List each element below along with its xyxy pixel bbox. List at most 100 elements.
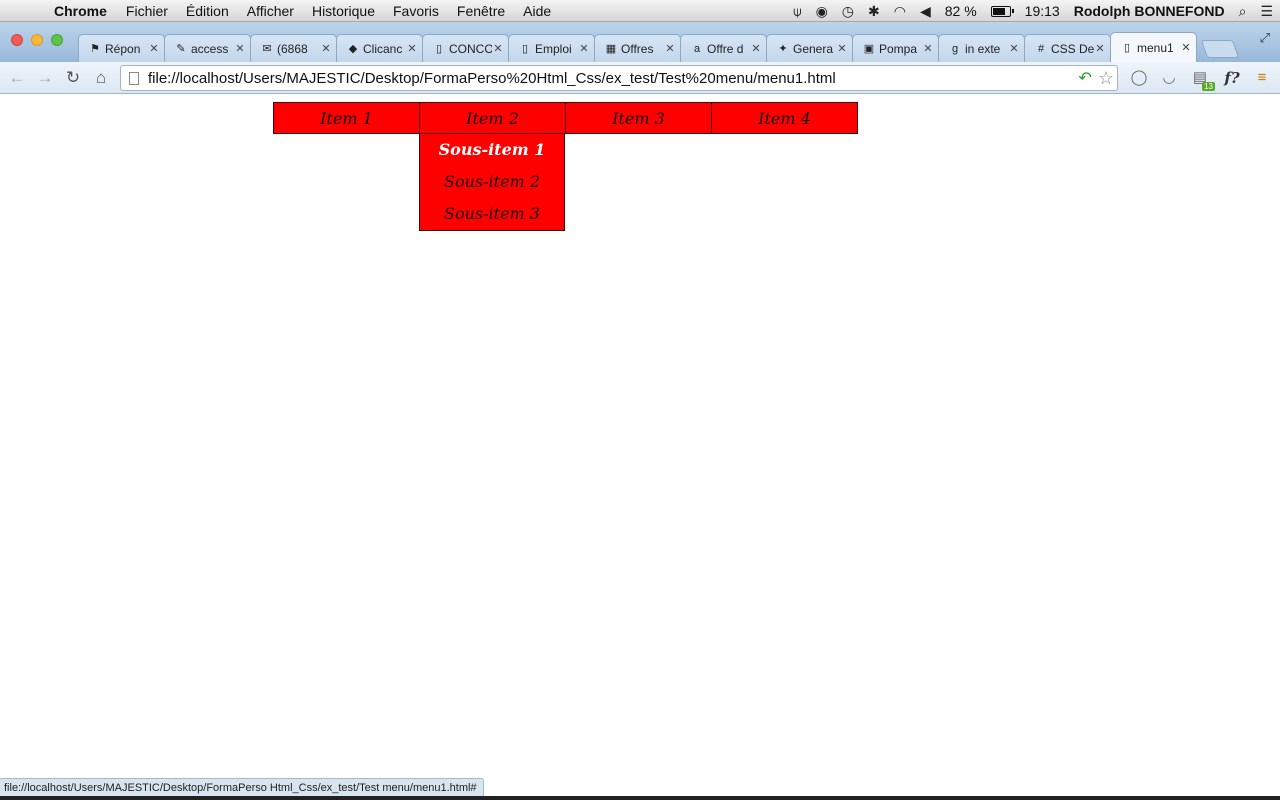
tab-close-icon[interactable]: ✕ xyxy=(664,42,676,55)
submenu-item-1[interactable]: Sous-item 1 xyxy=(420,134,564,166)
tab-title: Offre d xyxy=(707,41,744,56)
menu-column: Item 3 xyxy=(565,102,712,231)
browser-tab[interactable]: ✦ Genera ✕ xyxy=(766,34,853,62)
feed-extension-icon[interactable]: ▤ 13 xyxy=(1189,67,1215,91)
menu-column: Item 1 xyxy=(273,102,420,231)
tab-title: Offres xyxy=(621,41,654,56)
tab-close-icon[interactable]: ✕ xyxy=(1094,42,1106,55)
browser-tab[interactable]: ▣ Pompa ✕ xyxy=(852,34,939,62)
tab-close-icon[interactable]: ✕ xyxy=(148,42,160,55)
tab-close-icon[interactable]: ✕ xyxy=(922,42,934,55)
tab-favicon-icon: ▣ xyxy=(863,42,875,55)
tab-title: CONCO xyxy=(449,41,492,56)
app-name-menu[interactable]: Chrome xyxy=(54,3,107,19)
browser-tab[interactable]: ▦ Offres ✕ xyxy=(594,34,681,62)
tab-close-icon[interactable]: ✕ xyxy=(1008,42,1020,55)
battery-icon[interactable] xyxy=(990,5,1014,17)
reload-button[interactable]: ↻ xyxy=(62,67,84,89)
menu-edition[interactable]: Édition xyxy=(186,3,229,19)
bookmark-star-icon[interactable]: ☆ xyxy=(1098,68,1114,89)
url-input[interactable] xyxy=(148,69,1079,87)
menu-aide[interactable]: Aide xyxy=(523,3,551,19)
wifi-icon[interactable]: ◠ xyxy=(894,3,906,20)
tab-title: CSS De xyxy=(1051,41,1094,56)
window-minimize-button[interactable] xyxy=(31,34,43,46)
browser-tab[interactable]: # CSS De ✕ xyxy=(1024,34,1111,62)
window-close-button[interactable] xyxy=(11,34,23,46)
tab-favicon-icon: # xyxy=(1037,42,1045,55)
tab-close-icon[interactable]: ✕ xyxy=(406,42,418,55)
tab-close-icon[interactable]: ✕ xyxy=(492,42,504,55)
browser-tab[interactable]: ▯ Emploi ✕ xyxy=(508,34,595,62)
fullscreen-icon[interactable]: ⤢ xyxy=(1260,30,1270,46)
menubar-status-area: ⍦ ◉ ◷ ✱ ◠ ◀ 82 % 19:13 Rodolph BONNEFOND… xyxy=(786,0,1280,22)
font-finder-extension[interactable]: f? xyxy=(1221,67,1243,89)
tab-favicon-icon: a xyxy=(693,42,701,55)
browser-tab[interactable]: g in exte ✕ xyxy=(938,34,1025,62)
tab-favicon-icon: ✉ xyxy=(262,42,272,55)
menu-historique[interactable]: Historique xyxy=(312,3,375,19)
browser-tab[interactable]: ▯ CONCO ✕ xyxy=(422,34,509,62)
bluetooth-icon[interactable]: ✱ xyxy=(868,3,880,20)
address-bar[interactable]: ↶ ☆ xyxy=(120,65,1118,91)
tab-favicon-icon: ✦ xyxy=(778,42,788,55)
activity-icon[interactable]: ◉ xyxy=(816,3,828,20)
tab-title: access xyxy=(191,41,229,56)
menu-item-3[interactable]: Item 3 xyxy=(565,102,712,134)
tab-close-icon[interactable]: ✕ xyxy=(750,42,762,55)
user-name[interactable]: Rodolph BONNEFOND xyxy=(1074,3,1225,19)
menu-fichier[interactable]: Fichier xyxy=(126,3,168,19)
new-tab-button[interactable] xyxy=(1200,40,1240,58)
browser-tab[interactable]: ▯ menu1 ✕ xyxy=(1110,32,1197,62)
tab-favicon-icon: ◆ xyxy=(348,42,358,55)
extension-circle-icon[interactable]: ◯ xyxy=(1128,67,1150,89)
browser-tab[interactable]: ✎ access ✕ xyxy=(164,34,251,62)
undo-arrow-icon[interactable]: ↶ xyxy=(1078,68,1091,88)
spotlight-search-icon[interactable]: ⌕ xyxy=(1239,3,1247,20)
tab-favicon-icon: ▦ xyxy=(605,42,617,55)
clock[interactable]: 19:13 xyxy=(1025,3,1060,19)
page-icon xyxy=(129,71,139,85)
tab-favicon-icon: ▯ xyxy=(521,42,529,55)
menu-afficher[interactable]: Afficher xyxy=(247,3,294,19)
forward-button[interactable]: → xyxy=(34,67,56,89)
browser-tab[interactable]: ◆ Clicanc ✕ xyxy=(336,34,423,62)
browser-tab-strip: ⚑ Répon ✕ ✎ access ✕ ✉ (6868 ✕ ◆ Clicanc ✕ ▯ CONCO ✕ ▯ E… xyxy=(0,22,1280,62)
tab-close-icon[interactable]: ✕ xyxy=(1180,41,1192,54)
tab-title: Genera xyxy=(793,41,834,56)
time-machine-icon[interactable]: ◷ xyxy=(842,3,854,20)
tab-favicon-icon: ⚑ xyxy=(90,42,100,55)
macos-menu-bar: Chrome Fichier Édition Afficher Historiq… xyxy=(0,0,1280,22)
battery-percent[interactable]: 82 % xyxy=(945,3,977,19)
tab-favicon-icon: g xyxy=(951,42,959,55)
browser-toolbar: ← → ↻ ⌂ ↶ ☆ ◯ ◡ ▤13 f? ≡ xyxy=(0,62,1280,94)
submenu-item-3[interactable]: Sous-item 3 xyxy=(420,198,564,230)
browser-tab[interactable]: ✉ (6868 ✕ xyxy=(250,34,337,62)
finder-script-icon[interactable]: ⍦ xyxy=(793,3,801,20)
tab-close-icon[interactable]: ✕ xyxy=(234,42,246,55)
page-viewport: Item 1 Item 2 Sous-item 1 Sous-item 2 Sous-i… xyxy=(0,94,1280,800)
tab-title: (6868 xyxy=(277,41,308,56)
notification-list-icon[interactable]: ☰ xyxy=(1260,3,1273,20)
chrome-menu-icon[interactable]: ≡ xyxy=(1251,67,1273,89)
back-button[interactable]: ← xyxy=(6,67,28,89)
menu-favoris[interactable]: Favoris xyxy=(393,3,439,19)
tab-close-icon[interactable]: ✕ xyxy=(578,42,590,55)
nav-menu: Item 1 Item 2 Sous-item 1 Sous-item 2 Sous-i… xyxy=(273,102,858,231)
tab-title: in exte xyxy=(965,41,1001,56)
tab-favicon-icon: ▯ xyxy=(435,42,443,55)
tab-title: Emploi xyxy=(535,41,572,56)
home-button[interactable]: ⌂ xyxy=(90,67,112,89)
browser-tab[interactable]: ⚑ Répon ✕ xyxy=(78,34,165,62)
browser-tab[interactable]: a Offre d ✕ xyxy=(680,34,767,62)
volume-icon[interactable]: ◀ xyxy=(920,3,931,20)
window-zoom-button[interactable] xyxy=(51,34,63,46)
menu-item-2[interactable]: Item 2 xyxy=(419,102,566,134)
tab-close-icon[interactable]: ✕ xyxy=(836,42,848,55)
tab-close-icon[interactable]: ✕ xyxy=(320,42,332,55)
menu-fenetre[interactable]: Fenêtre xyxy=(457,3,505,19)
pocket-icon[interactable]: ◡ xyxy=(1158,67,1180,89)
menu-item-1[interactable]: Item 1 xyxy=(273,102,420,134)
submenu-item-2[interactable]: Sous-item 2 xyxy=(420,166,564,198)
menu-item-4[interactable]: Item 4 xyxy=(711,102,858,134)
